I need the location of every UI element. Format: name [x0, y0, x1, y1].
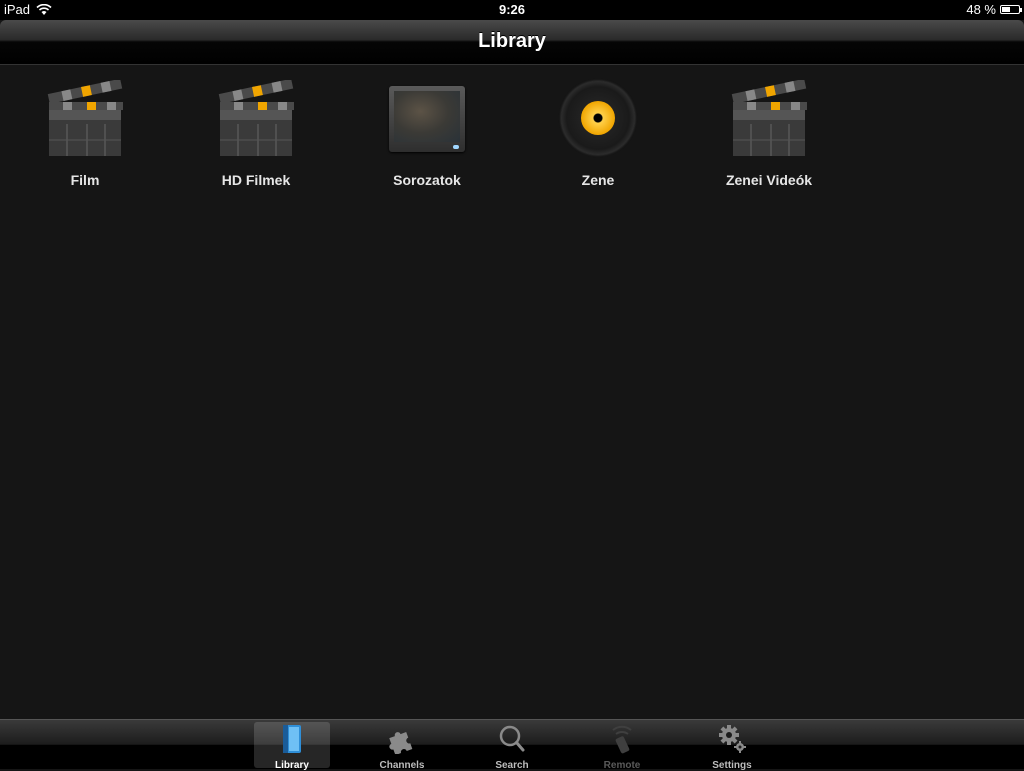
tab-channels[interactable]: Channels	[364, 722, 440, 771]
tab-label: Search	[495, 760, 529, 771]
library-item-label: Zenei Videók	[725, 172, 813, 188]
status-time: 9:26	[498, 2, 526, 17]
library-item-label: Zene	[581, 172, 615, 188]
battery-percent: 48 %	[966, 2, 996, 17]
tab-search[interactable]: Search	[474, 722, 550, 771]
clapperboard-icon	[43, 76, 127, 160]
navigation-bar: Library	[0, 20, 1024, 65]
status-right: 48 %	[966, 2, 1022, 17]
page-title: Library	[478, 30, 546, 52]
vinyl-record-icon	[556, 76, 640, 160]
tab-label: Settings	[712, 760, 752, 771]
tab-library[interactable]: Library	[254, 722, 330, 771]
tab-label: Channels	[379, 760, 425, 771]
book-icon	[275, 724, 309, 754]
tab-label: Library	[275, 760, 309, 771]
magnifier-icon	[495, 724, 529, 754]
tab-remote[interactable]: Remote	[584, 722, 660, 771]
library-item-film[interactable]: Film	[10, 76, 160, 196]
library-item-zene[interactable]: Zene	[523, 76, 673, 196]
library-item-zenei-videok[interactable]: Zenei Videók	[694, 76, 844, 196]
gears-icon	[715, 724, 749, 754]
tab-bar: Library Channels Search Remote Settings	[0, 719, 1024, 771]
library-item-sorozatok[interactable]: Sorozatok	[352, 76, 502, 196]
library-item-label: Film	[70, 172, 100, 188]
library-item-label: HD Filmek	[221, 172, 291, 188]
library-item-hd-filmek[interactable]: HD Filmek	[181, 76, 331, 196]
tab-settings[interactable]: Settings	[694, 722, 770, 771]
status-bar: iPad 9:26 48 %	[0, 0, 1024, 20]
clapperboard-icon	[214, 76, 298, 160]
battery-icon	[1000, 5, 1022, 14]
tv-icon	[385, 76, 469, 160]
remote-icon	[605, 724, 639, 754]
puzzle-icon	[385, 724, 419, 756]
tab-label: Remote	[603, 760, 641, 771]
library-item-label: Sorozatok	[393, 172, 461, 188]
clapperboard-icon	[727, 76, 811, 160]
